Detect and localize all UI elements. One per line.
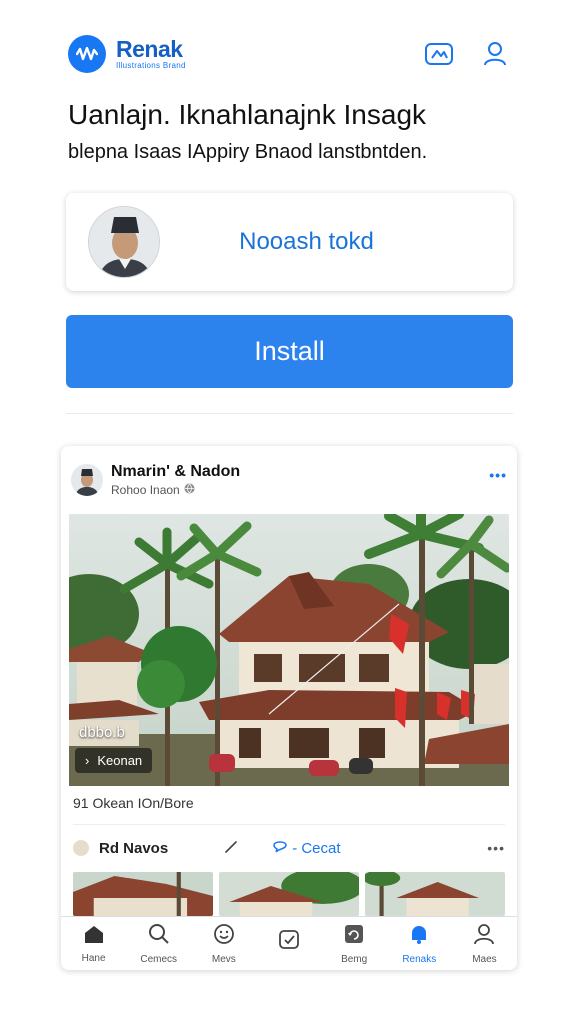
actions-more-button[interactable]: ••• <box>487 840 505 856</box>
post-time-text: Rohoo Inaon <box>111 483 180 497</box>
chevron-right-icon: › <box>85 753 90 768</box>
edit-icon[interactable] <box>224 838 240 859</box>
search-icon <box>148 923 170 950</box>
globe-icon <box>184 482 195 498</box>
nav-label: Cemecs <box>140 953 178 965</box>
page-subheading: blepna Isaas IAppiry Bnaod lanstbntden. <box>68 141 428 163</box>
post-author[interactable]: Nmarin' & Nadon <box>111 462 240 482</box>
nav-item-notifications[interactable]: Renaks <box>387 917 452 970</box>
image-chip-label: Keonan <box>97 753 143 768</box>
comment-button[interactable]: - Cecat <box>272 838 341 858</box>
nav-label: Maes <box>472 953 497 965</box>
divider <box>73 824 505 825</box>
nav-item-tasks[interactable] <box>256 917 321 970</box>
post-timestamp: Rohoo Inaon <box>111 482 240 498</box>
nav-item-home[interactable]: Hane <box>61 917 126 970</box>
post-card: Nmarin' & Nadon Rohoo Inaon ••• dbbo.b ›… <box>61 446 517 970</box>
home-icon <box>83 924 105 949</box>
post-caption: 91 Okean IOn/Bore <box>73 795 194 811</box>
nav-label: Mevs <box>211 953 236 965</box>
post-more-button[interactable]: ••• <box>489 467 507 483</box>
profile-icon[interactable] <box>480 39 510 69</box>
post-actions: Rd Navos - Cecat ••• <box>73 834 505 862</box>
image-label: dbbo.b <box>79 724 125 741</box>
profile-name: Nooash tokd <box>239 228 374 255</box>
post-avatar[interactable] <box>71 464 103 496</box>
comment-icon <box>272 838 288 858</box>
thumbnail-strip <box>73 872 505 916</box>
bell-icon <box>408 923 430 950</box>
action-label[interactable]: Rd Navos <box>99 840 168 857</box>
page-headline: Uanlajn. Iknahlanajnk Insagk <box>68 99 427 130</box>
nav-label: Bemg <box>341 953 368 965</box>
nav-item-search[interactable]: Cemecs <box>126 917 191 970</box>
user-icon <box>473 923 495 950</box>
logo-icon <box>68 35 106 73</box>
refresh-icon <box>343 923 365 950</box>
nav-label: Hane <box>81 952 106 964</box>
app-header: Renak Illustrations Brand <box>68 32 510 76</box>
thumbnail[interactable] <box>365 872 505 916</box>
reaction-icon <box>73 840 89 856</box>
thumbnail[interactable] <box>219 872 359 916</box>
messages-icon[interactable] <box>424 39 454 69</box>
avatar <box>88 206 160 278</box>
nav-item-profile[interactable]: Maes <box>452 917 517 970</box>
comment-label: - Cecat <box>292 839 341 857</box>
smile-icon <box>213 923 235 950</box>
profile-card[interactable]: Nooash tokd <box>66 193 513 291</box>
install-button[interactable]: Install <box>66 315 513 388</box>
divider <box>66 413 513 414</box>
post-image[interactable]: dbbo.b › Keonan <box>69 514 509 786</box>
app-name: Renak <box>116 36 183 62</box>
nav-item-mevs[interactable]: Mevs <box>191 917 256 970</box>
logo: Renak Illustrations Brand <box>116 37 186 71</box>
check-square-icon <box>278 928 300 955</box>
bottom-nav: Hane Cemecs Mevs Bemg Renaks Maes <box>61 916 517 970</box>
nav-label: Renaks <box>402 953 437 965</box>
post-header: Nmarin' & Nadon Rohoo Inaon ••• <box>71 462 507 498</box>
nav-item-bemg[interactable]: Bemg <box>322 917 387 970</box>
thumbnail[interactable] <box>73 872 213 916</box>
image-location-chip[interactable]: › Keonan <box>75 748 153 773</box>
app-tagline: Illustrations Brand <box>116 61 186 70</box>
